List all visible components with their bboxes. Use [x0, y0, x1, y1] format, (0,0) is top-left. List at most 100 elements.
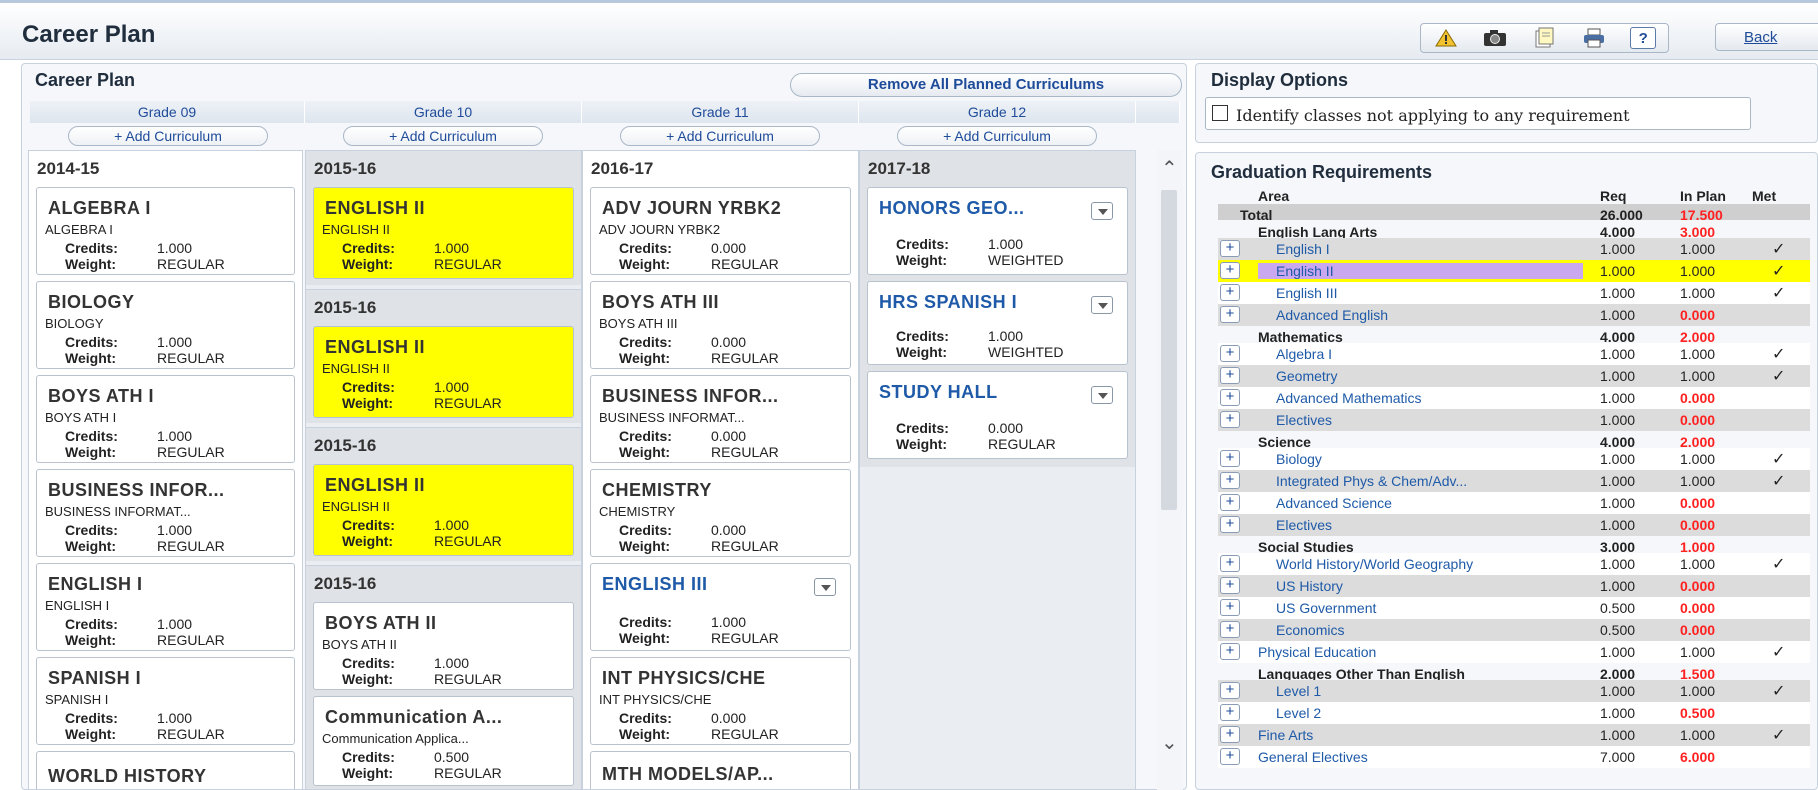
expand-icon[interactable]: +: [1220, 704, 1240, 721]
course-dropdown-button[interactable]: [1091, 202, 1113, 220]
requirement-row[interactable]: + Algebra I 1.000 1.000 ✓: [1218, 343, 1810, 365]
course-card[interactable]: ENGLISH III Credits: 1.000 Weight: REGULAR: [590, 563, 851, 651]
requirement-row[interactable]: + Advanced Mathematics 1.000 0.000: [1218, 387, 1810, 409]
course-card[interactable]: MTH MODELS/AP...: [590, 751, 851, 789]
course-card[interactable]: BUSINESS INFOR... BUSINESS INFORMAT... C…: [590, 375, 851, 463]
area-label[interactable]: Fine Arts: [1258, 727, 1313, 743]
expand-icon[interactable]: +: [1220, 494, 1240, 511]
expand-icon[interactable]: +: [1220, 726, 1240, 743]
area-label[interactable]: Level 2: [1276, 705, 1321, 721]
requirement-row[interactable]: + Physical Education 1.000 1.000 ✓: [1218, 641, 1810, 663]
course-card[interactable]: CHEMISTRY CHEMISTRY Credits: 0.000 Weight…: [590, 469, 851, 557]
expand-icon[interactable]: +: [1220, 389, 1240, 406]
requirement-row[interactable]: + English III 1.000 1.000 ✓: [1218, 282, 1810, 304]
add-curriculum-button-09[interactable]: + Add Curriculum: [68, 126, 268, 146]
course-card[interactable]: BUSINESS INFOR... BUSINESS INFORMAT... C…: [36, 469, 295, 557]
area-label[interactable]: Economics: [1276, 622, 1344, 638]
area-label[interactable]: Advanced Mathematics: [1276, 390, 1422, 406]
expand-icon[interactable]: +: [1220, 240, 1240, 257]
area-label[interactable]: Electives: [1276, 412, 1332, 428]
add-curriculum-button-10[interactable]: + Add Curriculum: [343, 126, 543, 146]
area-label[interactable]: General Electives: [1258, 749, 1368, 765]
expand-icon[interactable]: +: [1220, 450, 1240, 467]
requirement-row[interactable]: + English II 1.000 1.000 ✓: [1218, 260, 1810, 282]
requirement-row[interactable]: + Economics 0.500 0.000: [1218, 619, 1810, 641]
grade-header-11[interactable]: Grade 11: [582, 101, 859, 123]
alert-icon[interactable]: [1431, 26, 1461, 50]
expand-icon[interactable]: +: [1220, 284, 1240, 301]
back-button[interactable]: Back: [1715, 23, 1818, 51]
area-label[interactable]: English I: [1276, 241, 1330, 257]
scroll-thumb[interactable]: [1161, 190, 1177, 510]
course-card[interactable]: STUDY HALL Credits: 0.000 Weight: REGULAR: [867, 371, 1128, 459]
grade-header-09[interactable]: Grade 09: [30, 101, 305, 123]
requirement-row[interactable]: + General Electives 7.000 6.000: [1218, 746, 1810, 768]
course-card[interactable]: Communication A... Communication Applica…: [313, 696, 574, 786]
course-card[interactable]: WORLD HISTORY: [36, 751, 295, 789]
print-icon[interactable]: [1579, 26, 1609, 50]
requirement-row[interactable]: + Electives 1.000 0.000: [1218, 514, 1810, 536]
course-card[interactable]: SPANISH I SPANISH I Credits: 1.000 Weight…: [36, 657, 295, 745]
add-curriculum-button-12[interactable]: + Add Curriculum: [897, 126, 1097, 146]
course-card[interactable]: HONORS GEO... Credits: 1.000 Weight: WEIGH…: [867, 187, 1128, 275]
add-curriculum-button-11[interactable]: + Add Curriculum: [620, 126, 820, 146]
area-label[interactable]: Integrated Phys & Chem/Adv...: [1276, 473, 1467, 489]
course-card[interactable]: BOYS ATH III BOYS ATH III Credits: 0.000 …: [590, 281, 851, 369]
expand-icon[interactable]: +: [1220, 516, 1240, 533]
course-card[interactable]: HRS SPANISH I Credits: 1.000 Weight: WEIGH…: [867, 281, 1128, 365]
requirement-row[interactable]: + World History/World Geography 1.000 1.000…: [1218, 553, 1810, 575]
expand-icon[interactable]: +: [1220, 367, 1240, 384]
help-button[interactable]: ?: [1628, 26, 1658, 50]
course-card[interactable]: ENGLISH I ENGLISH I Credits: 1.000 Weight…: [36, 563, 295, 651]
area-label[interactable]: Electives: [1276, 517, 1332, 533]
requirement-row[interactable]: + Electives 1.000 0.000: [1218, 409, 1810, 431]
course-card[interactable]: BOYS ATH II BOYS ATH II Credits: 1.000 We…: [313, 602, 574, 690]
area-label[interactable]: Physical Education: [1258, 644, 1376, 660]
requirement-row[interactable]: + Fine Arts 1.000 1.000 ✓: [1218, 724, 1810, 746]
grade-header-10[interactable]: Grade 10: [305, 101, 582, 123]
camera-icon[interactable]: [1480, 26, 1510, 50]
requirement-row[interactable]: + English I 1.000 1.000 ✓: [1218, 238, 1810, 260]
area-label[interactable]: US Government: [1276, 600, 1376, 616]
course-card[interactable]: BIOLOGY BIOLOGY Credits: 1.000 Weight: REG…: [36, 281, 295, 369]
expand-icon[interactable]: +: [1220, 599, 1240, 616]
expand-icon[interactable]: +: [1220, 621, 1240, 638]
area-label[interactable]: English II: [1276, 263, 1334, 279]
expand-icon[interactable]: +: [1220, 682, 1240, 699]
area-label[interactable]: Advanced English: [1276, 307, 1388, 323]
requirement-row[interactable]: + Biology 1.000 1.000 ✓: [1218, 448, 1810, 470]
notes-icon[interactable]: [1529, 26, 1559, 50]
requirement-row[interactable]: + Advanced Science 1.000 0.000: [1218, 492, 1810, 514]
expand-icon[interactable]: +: [1220, 345, 1240, 362]
requirement-row[interactable]: + Level 2 1.000 0.500: [1218, 702, 1810, 724]
expand-icon[interactable]: +: [1220, 577, 1240, 594]
course-dropdown-button[interactable]: [814, 578, 836, 596]
career-plan-scrollbar[interactable]: ⌃ ⌄: [1157, 150, 1183, 790]
area-label[interactable]: Algebra I: [1276, 346, 1332, 362]
course-card[interactable]: ADV JOURN YRBK2 ADV JOURN YRBK2 Credits:…: [590, 187, 851, 275]
area-label[interactable]: Biology: [1276, 451, 1322, 467]
requirement-row[interactable]: + Advanced English 1.000 0.000: [1218, 304, 1810, 326]
area-label[interactable]: Level 1: [1276, 683, 1321, 699]
requirement-row[interactable]: + US Government 0.500 0.000: [1218, 597, 1810, 619]
course-card[interactable]: ENGLISH II ENGLISH II Credits: 1.000 Weig…: [313, 326, 574, 418]
chevron-down-icon[interactable]: ⌄: [1161, 730, 1178, 755]
expand-icon[interactable]: +: [1220, 643, 1240, 660]
area-label[interactable]: Advanced Science: [1276, 495, 1392, 511]
area-label[interactable]: English III: [1276, 285, 1337, 301]
requirement-row[interactable]: + US History 1.000 0.000: [1218, 575, 1810, 597]
expand-icon[interactable]: +: [1220, 411, 1240, 428]
expand-icon[interactable]: +: [1220, 306, 1240, 323]
course-card[interactable]: INT PHYSICS/CHE INT PHYSICS/CHE Credits:…: [590, 657, 851, 745]
course-card[interactable]: ALGEBRA I ALGEBRA I Credits: 1.000 Weight…: [36, 187, 295, 275]
area-label[interactable]: World History/World Geography: [1276, 556, 1473, 572]
expand-icon[interactable]: +: [1220, 748, 1240, 765]
chevron-up-icon[interactable]: ⌃: [1161, 156, 1178, 181]
course-dropdown-button[interactable]: [1091, 296, 1113, 314]
requirement-row[interactable]: + Integrated Phys & Chem/Adv... 1.000 1.000…: [1218, 470, 1810, 492]
course-card[interactable]: ENGLISH II ENGLISH II Credits: 1.000 Weig…: [313, 187, 574, 279]
course-card[interactable]: ENGLISH II ENGLISH II Credits: 1.000 Weig…: [313, 464, 574, 556]
remove-all-button[interactable]: Remove All Planned Curriculums: [790, 73, 1182, 97]
identify-checkbox[interactable]: [1212, 105, 1228, 121]
course-card[interactable]: BOYS ATH I BOYS ATH I Credits: 1.000 Weig…: [36, 375, 295, 463]
